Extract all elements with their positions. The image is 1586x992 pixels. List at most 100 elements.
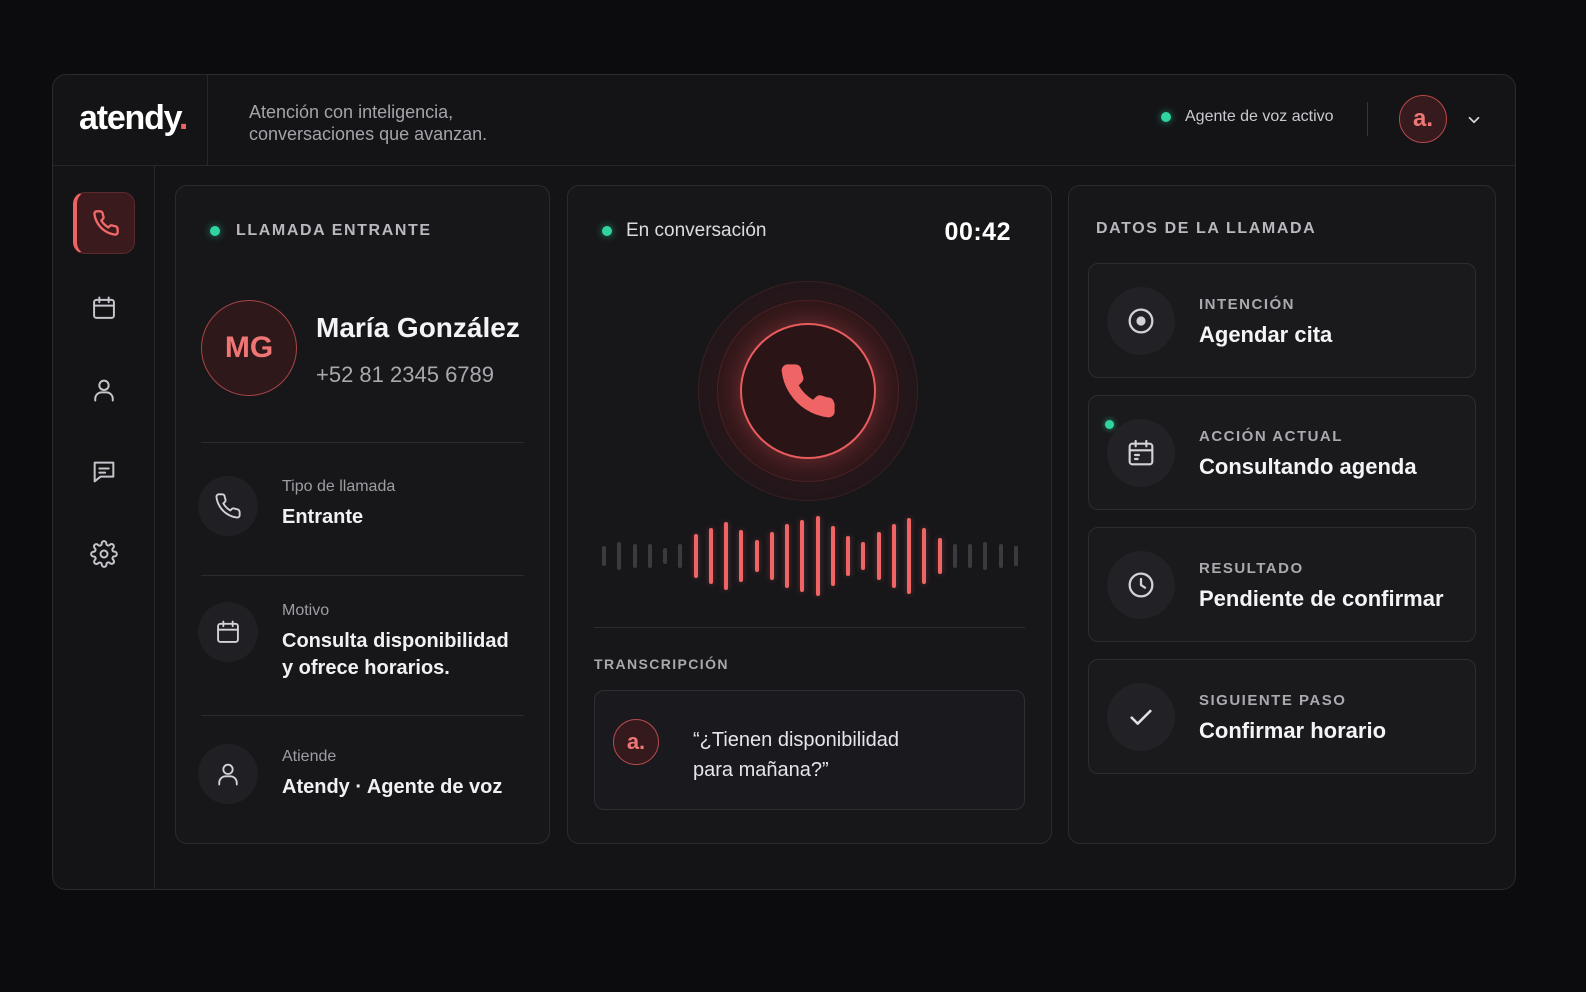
status-dot-icon (1105, 420, 1114, 429)
waveform-bar (617, 542, 622, 570)
status-dot-icon (602, 226, 612, 236)
waveform-bar (907, 518, 912, 594)
incoming-call-card: LLAMADA ENTRANTE MG María González +52 8… (175, 185, 550, 844)
data-icon-wrapper (1107, 551, 1175, 619)
waveform-bar (937, 538, 942, 574)
waveform-bar (769, 532, 774, 580)
user-avatar[interactable]: a. (1399, 95, 1447, 143)
status-dot-icon (210, 226, 220, 236)
conversation-card: En conversación 00:42 TRANSCRIPCIÓN a. “… (567, 185, 1052, 844)
waveform-bar (785, 524, 790, 588)
info-label: Atiende (282, 748, 337, 765)
phone-icon (215, 493, 241, 519)
data-item-current-action: ACCIÓN ACTUAL Consultando agenda (1088, 395, 1476, 510)
call-data-title: DATOS DE LA LLAMADA (1096, 220, 1317, 237)
waveform-bar (724, 522, 729, 590)
data-item-value: Pendiente de confirmar (1199, 586, 1444, 611)
data-item-label: SIGUIENTE PASO (1199, 692, 1347, 709)
waveform-bar (800, 520, 805, 592)
transcript-message: a. “¿Tienen disponibilidad para mañana?” (594, 690, 1025, 810)
data-item-result: RESULTADO Pendiente de confirmar (1088, 527, 1476, 642)
info-icon-wrapper (198, 602, 258, 662)
call-data-card: DATOS DE LA LLAMADA INTENCIÓN Agendar ci… (1068, 185, 1496, 844)
waveform-bar (663, 548, 668, 564)
info-row-call-type: Tipo de llamada Entrante (198, 476, 529, 546)
waveform-bar (647, 544, 652, 568)
data-item-label: RESULTADO (1199, 560, 1304, 577)
divider (201, 715, 524, 716)
call-timer: 00:42 (944, 218, 1011, 246)
tagline-line-1: Atención con inteligencia, (249, 102, 454, 122)
data-icon-wrapper (1107, 287, 1175, 355)
gear-icon (90, 540, 118, 568)
status-dot-icon (1161, 112, 1171, 122)
waveform-bar (754, 540, 759, 572)
conversation-status-text: En conversación (626, 220, 767, 241)
waveform-bar (830, 526, 835, 586)
sidebar-item-calendar[interactable] (73, 277, 135, 339)
sidebar-item-messages[interactable] (73, 441, 135, 503)
waveform-bar (952, 544, 957, 568)
sidebar-item-settings[interactable] (73, 523, 135, 585)
agent-status-text: Agente de voz activo (1185, 108, 1334, 125)
contact-name: María González (316, 312, 520, 343)
agent-status: Agente de voz activo (1161, 108, 1334, 126)
user-icon (94, 379, 114, 402)
user-icon (218, 763, 238, 786)
phone-icon (92, 210, 119, 236)
waveform-bar (861, 542, 866, 570)
sidebar-item-contacts[interactable] (73, 359, 135, 421)
tagline-line-2: conversaciones que avanzan. (249, 124, 488, 144)
target-icon (1128, 308, 1154, 334)
waveform-bar (815, 516, 820, 596)
clock-icon (1128, 572, 1154, 598)
phone-icon (781, 364, 835, 418)
transcript-line-1: “¿Tienen disponibilidad (693, 729, 900, 751)
waveform-bar (876, 532, 881, 580)
waveform-bar (891, 524, 896, 588)
data-item-value: Confirmar horario (1199, 718, 1387, 743)
waveform-bar (602, 546, 606, 566)
topbar-divider (207, 75, 208, 165)
message-icon (93, 461, 115, 483)
info-value: Entrante (282, 506, 364, 528)
divider (201, 442, 524, 443)
data-item-next-step: SIGUIENTE PASO Confirmar horario (1088, 659, 1476, 774)
chevron-down-icon[interactable] (1465, 111, 1483, 129)
data-item-label: INTENCIÓN (1199, 296, 1295, 313)
incoming-call-header: LLAMADA ENTRANTE (210, 222, 432, 240)
header-separator (1367, 102, 1368, 136)
calendar-icon (1128, 439, 1154, 466)
transcript-line-2: para mañana?” (693, 759, 829, 781)
transcript-text: “¿Tienen disponibilidad para mañana?” (693, 725, 899, 785)
agent-avatar: a. (613, 719, 659, 765)
divider (201, 575, 524, 576)
contact-phone: +52 81 2345 6789 (316, 362, 495, 387)
tagline: Atención con inteligencia, conversacione… (249, 101, 487, 145)
data-icon-wrapper (1107, 419, 1175, 487)
data-icon-wrapper (1107, 683, 1175, 751)
info-label: Tipo de llamada (282, 478, 396, 495)
divider (594, 627, 1025, 628)
sidebar-item-calls[interactable] (73, 192, 135, 254)
info-value: Atendy · Agente de voz (282, 776, 503, 798)
info-value-line-1: Consulta disponibilidad (282, 630, 509, 652)
waveform-bar (693, 534, 698, 578)
active-call-button[interactable] (740, 323, 876, 459)
conversation-status: En conversación (602, 220, 766, 242)
waveform-bar (968, 544, 973, 568)
waveform-bar (678, 544, 683, 568)
info-label: Motivo (282, 602, 330, 619)
info-icon-wrapper (198, 476, 258, 536)
calendar-icon (93, 296, 115, 319)
waveform-bar (739, 530, 744, 582)
waveform-bar (632, 544, 637, 568)
data-item-intent: INTENCIÓN Agendar cita (1088, 263, 1476, 378)
waveform-bar (708, 528, 713, 584)
brand-logo[interactable]: atendy. (79, 99, 188, 138)
info-row-attendant: Atiende Atendy · Agente de voz (198, 742, 529, 812)
top-bar: atendy. Atención con inteligencia, conve… (53, 75, 1515, 166)
info-icon-wrapper (198, 744, 258, 804)
transcript-label: TRANSCRIPCIÓN (594, 656, 729, 672)
waveform-bar (1014, 546, 1018, 566)
